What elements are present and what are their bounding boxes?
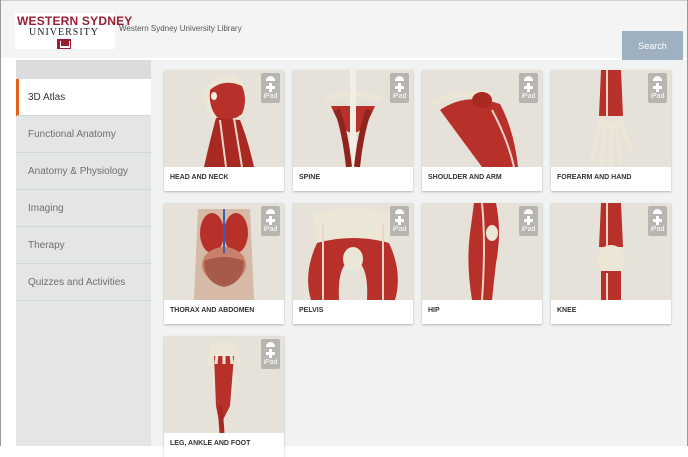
plus-icon [266, 349, 275, 358]
plus-icon [266, 83, 275, 92]
android-icon [653, 209, 662, 214]
atlas-grid: iPad HEAD AND NECK iPad SPINE iPad SHOUL… [151, 60, 687, 457]
plus-icon [395, 83, 404, 92]
plus-icon [653, 83, 662, 92]
card-title: PELVIS [299, 307, 324, 314]
android-icon [266, 342, 275, 347]
sidebar-item-quizzes[interactable]: Quizzes and Activities [16, 264, 151, 301]
plus-icon [524, 216, 533, 225]
android-icon [395, 76, 404, 81]
ipad-label: iPad [392, 93, 407, 100]
android-icon [266, 209, 275, 214]
sidebar-item-3d-atlas[interactable]: 3D Atlas [16, 79, 151, 116]
platform-badge: iPad [261, 73, 280, 103]
card-title: THORAX AND ABDOMEN [170, 307, 255, 314]
plus-icon [524, 83, 533, 92]
sidebar-item-functional-anatomy[interactable]: Functional Anatomy [16, 116, 151, 153]
sidebar-item-anatomy-physiology[interactable]: Anatomy & Physiology [16, 153, 151, 190]
sidebar-spacer [16, 60, 151, 79]
ipad-label: iPad [263, 359, 278, 366]
header: WESTERN SYDNEY UNIVERSITY Western Sydney… [1, 0, 687, 61]
atlas-card-shoulder-and-arm[interactable]: iPad SHOULDER AND ARM [422, 70, 542, 191]
card-title: KNEE [557, 307, 577, 314]
ipad-label: iPad [650, 226, 665, 233]
atlas-card-forearm-and-hand[interactable]: iPad FOREARM AND HAND [551, 70, 671, 191]
ipad-label: iPad [650, 93, 665, 100]
platform-badge: iPad [648, 206, 667, 236]
plus-icon [266, 216, 275, 225]
plus-icon [653, 216, 662, 225]
atlas-card-head-and-neck[interactable]: iPad HEAD AND NECK [164, 70, 284, 191]
logo-line2: UNIVERSITY [29, 27, 99, 38]
card-title: HEAD AND NECK [170, 174, 229, 181]
ipad-label: iPad [392, 226, 407, 233]
card-title: SHOULDER AND ARM [428, 174, 502, 181]
atlas-card-thorax-and-abdomen[interactable]: iPad THORAX AND ABDOMEN [164, 203, 284, 324]
card-title: FOREARM AND HAND [557, 174, 632, 181]
sidebar-item-therapy[interactable]: Therapy [16, 227, 151, 264]
atlas-card-spine[interactable]: iPad SPINE [293, 70, 413, 191]
ipad-label: iPad [263, 93, 278, 100]
ipad-label: iPad [263, 226, 278, 233]
android-icon [524, 76, 533, 81]
android-icon [653, 76, 662, 81]
sidebar-item-imaging[interactable]: Imaging [16, 190, 151, 227]
platform-badge: iPad [648, 73, 667, 103]
ipad-label: iPad [521, 93, 536, 100]
platform-badge: iPad [519, 73, 538, 103]
atlas-card-leg-ankle-and-foot[interactable]: iPad LEG, ANKLE AND FOOT [164, 336, 284, 457]
search-button[interactable]: Search [622, 31, 683, 61]
atlas-card-hip[interactable]: iPad HIP [422, 203, 542, 324]
android-icon [266, 76, 275, 81]
site-title[interactable]: Western Sydney University Library [119, 24, 242, 33]
logo-line1: WESTERN SYDNEY [17, 14, 133, 28]
platform-badge: iPad [261, 339, 280, 369]
atlas-card-knee[interactable]: iPad KNEE [551, 203, 671, 324]
sidebar: 3D Atlas Functional Anatomy Anatomy & Ph… [16, 60, 151, 446]
platform-badge: iPad [519, 206, 538, 236]
atlas-card-pelvis[interactable]: iPad PELVIS [293, 203, 413, 324]
platform-badge: iPad [390, 73, 409, 103]
platform-badge: iPad [261, 206, 280, 236]
platform-badge: iPad [390, 206, 409, 236]
card-title: LEG, ANKLE AND FOOT [170, 440, 251, 447]
android-icon [524, 209, 533, 214]
ipad-label: iPad [521, 226, 536, 233]
plus-icon [395, 216, 404, 225]
android-icon [395, 209, 404, 214]
card-title: HIP [428, 307, 440, 314]
card-title: SPINE [299, 174, 321, 181]
logo-mark-icon [57, 39, 71, 49]
university-logo[interactable]: WESTERN SYDNEY UNIVERSITY [15, 13, 132, 49]
